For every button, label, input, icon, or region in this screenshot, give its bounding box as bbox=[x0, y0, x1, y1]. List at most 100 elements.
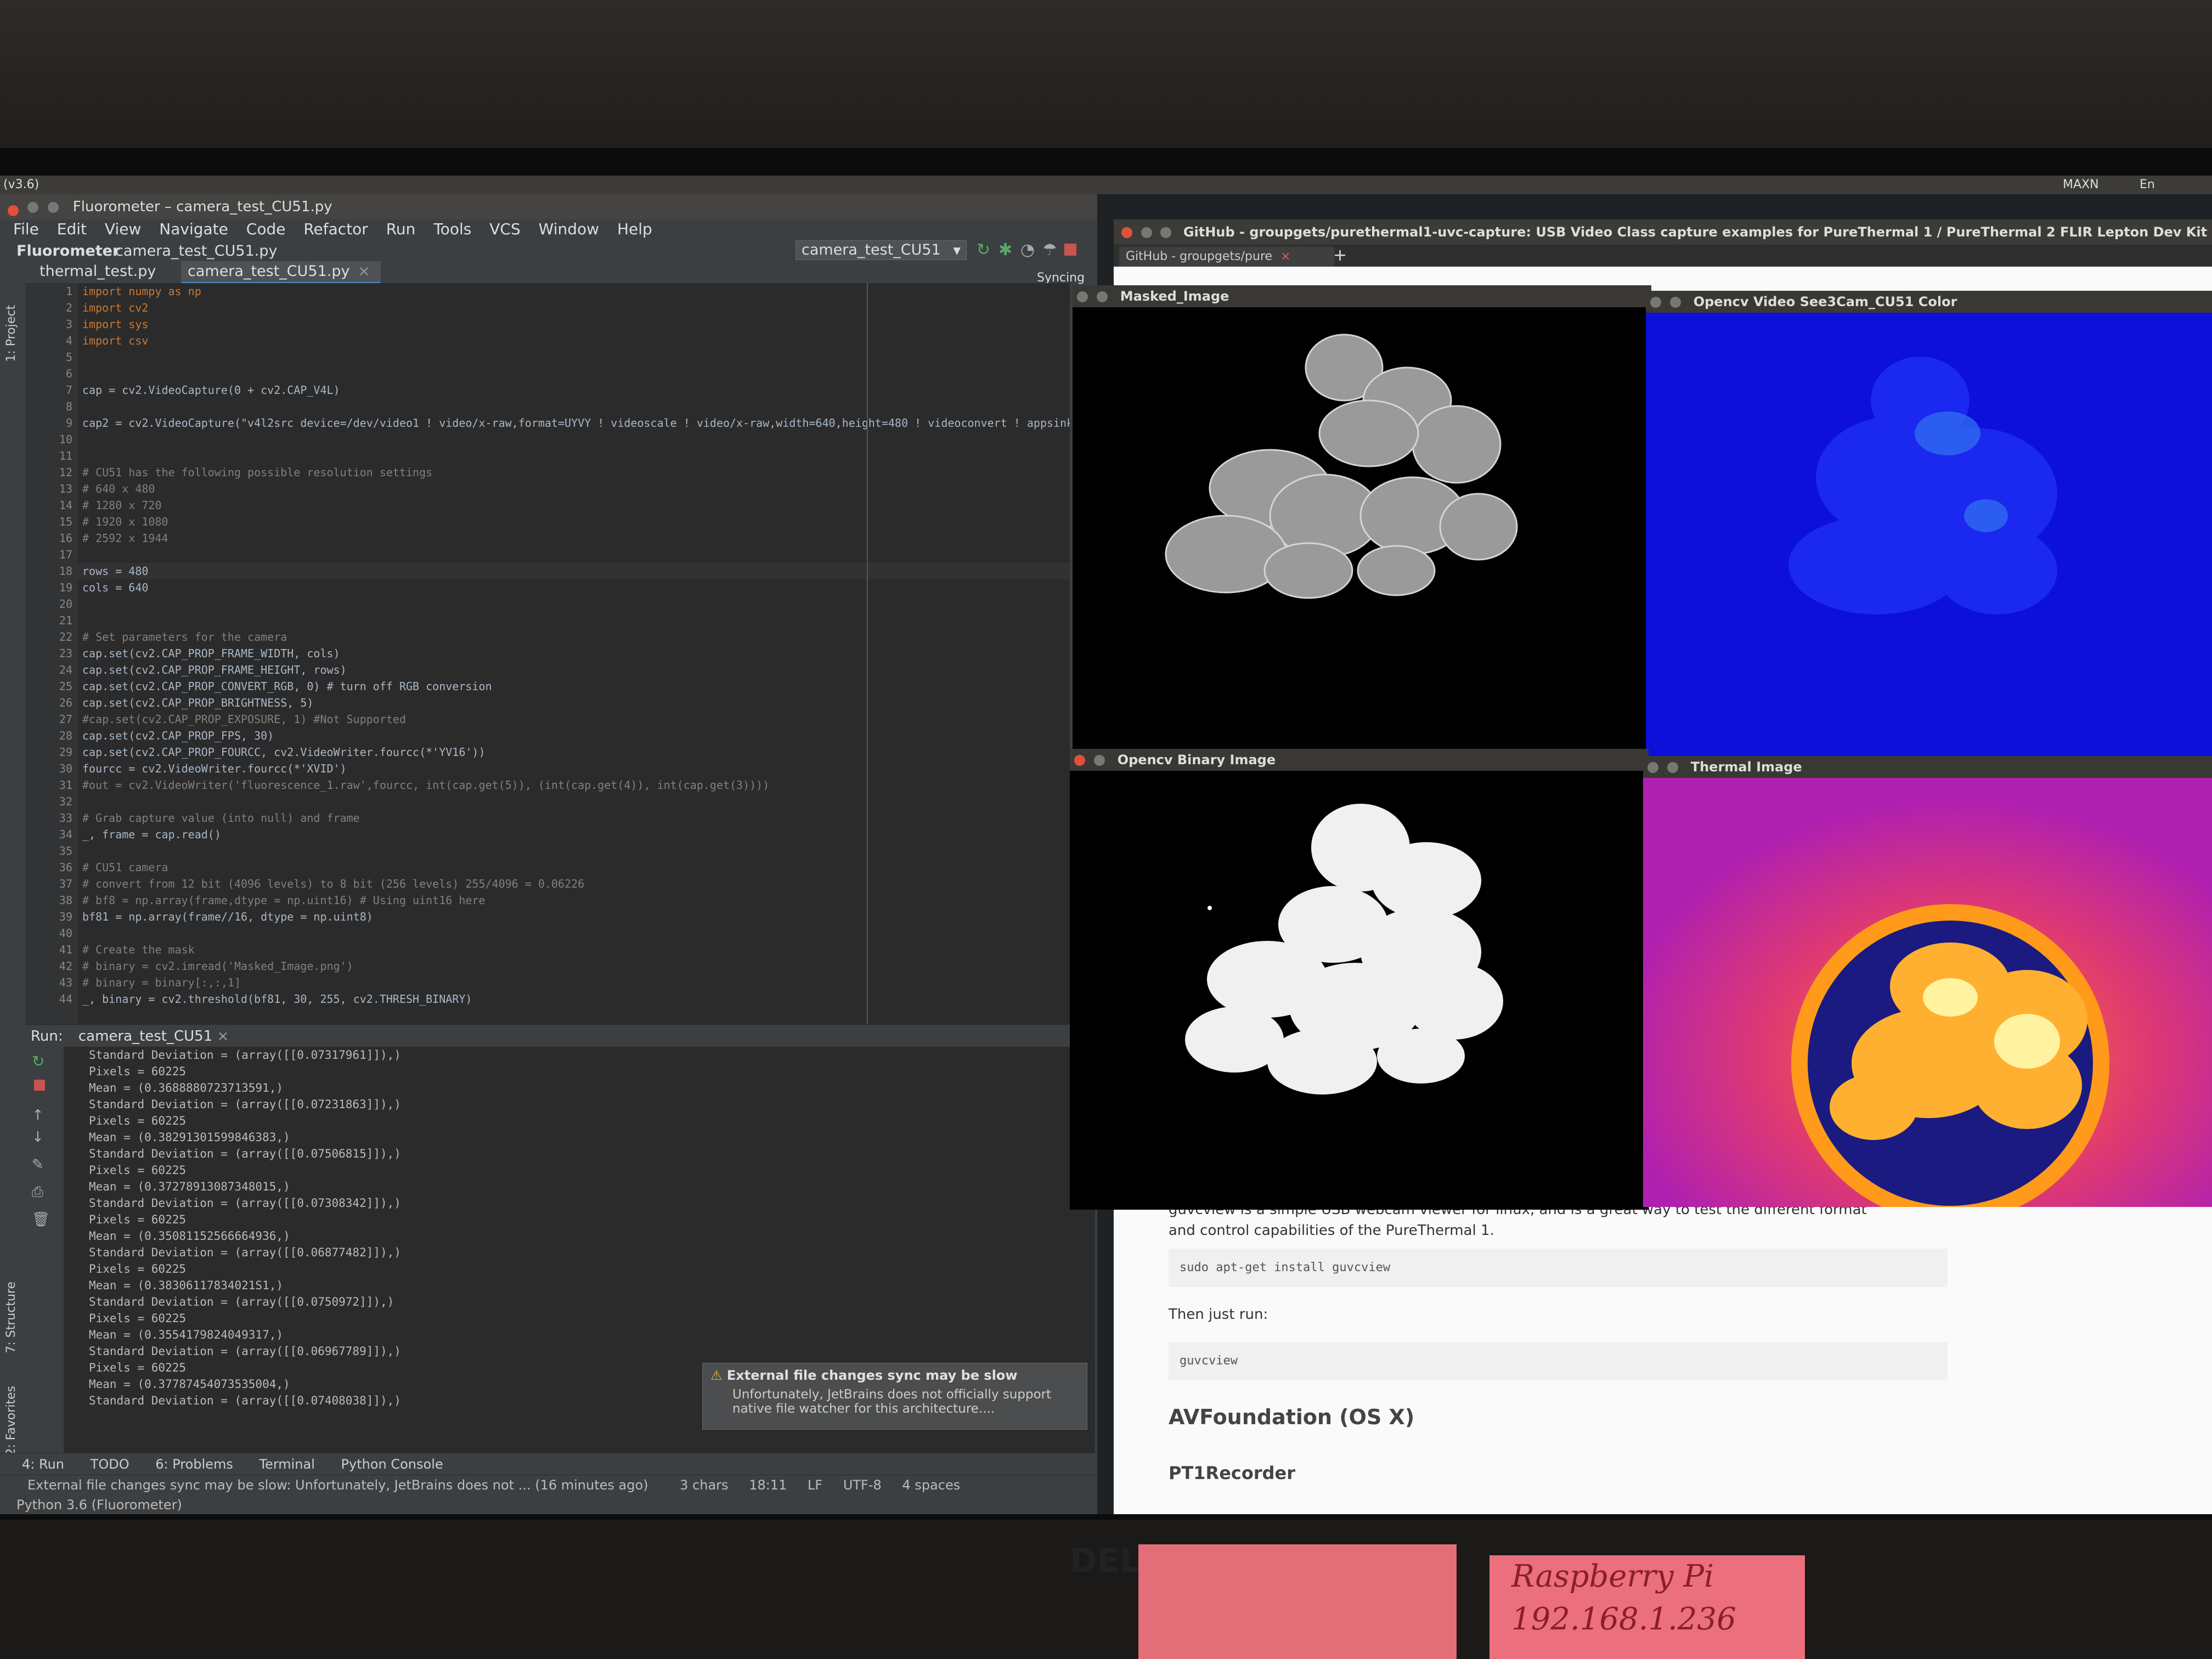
code-line[interactable] bbox=[78, 925, 1070, 941]
status-line-separator[interactable]: LF bbox=[808, 1475, 822, 1495]
minimize-window-icon[interactable] bbox=[1094, 755, 1105, 766]
close-icon[interactable]: × bbox=[1280, 250, 1290, 263]
code-line[interactable]: # convert from 12 bit (4096 levels) to 8… bbox=[78, 876, 1070, 892]
code-line[interactable]: # binary = binary[:,:,1] bbox=[78, 974, 1070, 991]
close-window-icon[interactable] bbox=[1121, 227, 1132, 238]
menu-tools[interactable]: Tools bbox=[433, 219, 471, 239]
minimize-window-icon[interactable] bbox=[1141, 227, 1152, 238]
code-line[interactable]: #cap.set(cv2.CAP_PROP_EXPOSURE, 1) #Not … bbox=[78, 711, 1070, 727]
code-line[interactable]: _, binary = cv2.threshold(bf81, 30, 255,… bbox=[78, 991, 1070, 1007]
breadcrumb-project[interactable]: Fluorometer bbox=[16, 242, 120, 259]
firefox-tab[interactable]: GitHub - groupgets/pure × bbox=[1119, 247, 1334, 267]
menu-help[interactable]: Help bbox=[617, 219, 652, 239]
pin-icon[interactable]: ✎ bbox=[32, 1156, 44, 1173]
close-window-icon[interactable] bbox=[1074, 755, 1085, 766]
close-window-icon[interactable] bbox=[1077, 291, 1088, 302]
close-window-icon[interactable] bbox=[1650, 297, 1661, 308]
project-tool-button[interactable]: 1: Project bbox=[4, 305, 18, 362]
stop-icon[interactable] bbox=[1064, 244, 1076, 256]
code-line[interactable] bbox=[78, 546, 1070, 563]
menu-refactor[interactable]: Refactor bbox=[303, 219, 368, 239]
menu-vcs[interactable]: VCS bbox=[489, 219, 520, 239]
debug-icon[interactable]: ✱ bbox=[998, 240, 1012, 259]
code-line[interactable] bbox=[78, 793, 1070, 810]
file-watcher-notification[interactable]: ⚠ External file changes sync may be slow… bbox=[702, 1363, 1087, 1430]
code-line[interactable]: cap.set(cv2.CAP_PROP_BRIGHTNESS, 5) bbox=[78, 695, 1070, 711]
code-line[interactable] bbox=[78, 843, 1070, 859]
code-line[interactable]: cols = 640 bbox=[78, 579, 1070, 596]
maximize-window-icon[interactable] bbox=[47, 201, 59, 213]
scroll-down-icon[interactable]: ↓ bbox=[32, 1129, 44, 1146]
code-line[interactable]: # CU51 has the following possible resolu… bbox=[78, 464, 1070, 481]
run-icon[interactable]: ↻ bbox=[977, 240, 990, 259]
code-line[interactable]: cap = cv2.VideoCapture(0 + cv2.CAP_V4L) bbox=[78, 382, 1070, 398]
code-line[interactable]: rows = 480 bbox=[78, 563, 1070, 579]
tab-camera-test[interactable]: camera_test_CU51.py × bbox=[181, 261, 381, 284]
menu-navigate[interactable]: Navigate bbox=[159, 219, 228, 239]
run-config-selector[interactable]: camera_test_CU51 ▾ bbox=[795, 240, 967, 260]
code-line[interactable]: # 2592 x 1944 bbox=[78, 530, 1070, 546]
code-line[interactable]: # 640 x 480 bbox=[78, 481, 1070, 497]
code-line[interactable]: import sys bbox=[78, 316, 1070, 332]
menu-view[interactable]: View bbox=[105, 219, 141, 239]
code-line[interactable]: import cv2 bbox=[78, 300, 1070, 316]
menu-file[interactable]: File bbox=[13, 219, 39, 239]
code-line[interactable] bbox=[78, 349, 1070, 365]
profile-icon[interactable]: ◔ bbox=[1020, 240, 1035, 259]
code-line[interactable]: # CU51 camera bbox=[78, 859, 1070, 876]
close-window-icon[interactable] bbox=[8, 205, 19, 216]
structure-tool-button[interactable]: 7: Structure bbox=[4, 1282, 18, 1353]
code-line[interactable]: #out = cv2.VideoWriter('fluorescence_1.r… bbox=[78, 777, 1070, 793]
run-tab[interactable]: camera_test_CU51 × bbox=[78, 1026, 229, 1049]
code-line[interactable]: cap.set(cv2.CAP_PROP_FRAME_WIDTH, cols) bbox=[78, 645, 1070, 662]
close-icon[interactable]: × bbox=[217, 1028, 229, 1045]
minimize-window-icon[interactable] bbox=[1097, 291, 1108, 302]
code-line[interactable]: cap.set(cv2.CAP_PROP_CONVERT_RGB, 0) # t… bbox=[78, 678, 1070, 695]
maximize-window-icon[interactable] bbox=[1160, 227, 1172, 238]
menu-edit[interactable]: Edit bbox=[57, 219, 87, 239]
print-icon[interactable]: ⎙ bbox=[32, 1184, 43, 1201]
python-console-tool-button[interactable]: Python Console bbox=[341, 1453, 443, 1475]
code-line[interactable] bbox=[78, 365, 1070, 382]
code-line[interactable]: bf81 = np.array(frame//16, dtype = np.ui… bbox=[78, 909, 1070, 925]
code-line[interactable]: # Create the mask bbox=[78, 941, 1070, 958]
status-caret-position[interactable]: 18:11 bbox=[749, 1475, 787, 1495]
code-line[interactable] bbox=[78, 448, 1070, 464]
status-indent[interactable]: 4 spaces bbox=[902, 1475, 960, 1495]
minimize-window-icon[interactable] bbox=[1670, 297, 1681, 308]
code-line[interactable]: cap.set(cv2.CAP_PROP_FOURCC, cv2.VideoWr… bbox=[78, 744, 1070, 760]
breadcrumb-file[interactable]: camera_test_CU51.py bbox=[115, 242, 277, 259]
code-line[interactable]: _, frame = cap.read() bbox=[78, 826, 1070, 843]
code-line[interactable]: import csv bbox=[78, 332, 1070, 349]
code-line[interactable]: # binary = cv2.imread('Masked_Image.png'… bbox=[78, 958, 1070, 974]
code-line[interactable]: # bf8 = np.array(frame,dtype = np.uint16… bbox=[78, 892, 1070, 909]
code-line[interactable]: # 1920 x 1080 bbox=[78, 514, 1070, 530]
code-line[interactable] bbox=[78, 612, 1070, 629]
menu-code[interactable]: Code bbox=[246, 219, 286, 239]
menu-window[interactable]: Window bbox=[539, 219, 599, 239]
status-message[interactable]: External file changes sync may be slow: … bbox=[27, 1475, 648, 1495]
status-interpreter[interactable]: Python 3.6 (Fluorometer) bbox=[16, 1495, 182, 1514]
scroll-up-icon[interactable]: ↑ bbox=[32, 1107, 44, 1124]
code-line[interactable]: # Grab capture value (into null) and fra… bbox=[78, 810, 1070, 826]
coverage-icon[interactable]: ☂ bbox=[1042, 240, 1057, 259]
terminal-tool-button[interactable]: Terminal bbox=[259, 1453, 314, 1475]
todo-tool-button[interactable]: TODO bbox=[91, 1453, 129, 1475]
new-tab-button[interactable]: + bbox=[1333, 246, 1347, 265]
code-line[interactable] bbox=[78, 431, 1070, 448]
rerun-icon[interactable]: ↻ bbox=[32, 1052, 44, 1070]
trash-icon[interactable]: 🗑 bbox=[32, 1211, 50, 1228]
code-line[interactable]: fourcc = cv2.VideoWriter.fourcc(*'XVID') bbox=[78, 760, 1070, 777]
code-line[interactable]: # Set parameters for the camera bbox=[78, 629, 1070, 645]
run-tool-button[interactable]: 4: Run bbox=[22, 1453, 64, 1475]
code-line[interactable]: import numpy as np bbox=[78, 283, 1070, 300]
code-line[interactable]: cap.set(cv2.CAP_PROP_FPS, 30) bbox=[78, 727, 1070, 744]
code-line[interactable] bbox=[78, 398, 1070, 415]
code-line[interactable]: # 1280 x 720 bbox=[78, 497, 1070, 514]
code-line[interactable] bbox=[78, 596, 1070, 612]
status-encoding[interactable]: UTF-8 bbox=[843, 1475, 882, 1495]
code-editor[interactable]: import numpy as np import cv2 import sys im… bbox=[78, 283, 1070, 1024]
problems-tool-button[interactable]: 6: Problems bbox=[155, 1453, 233, 1475]
power-mode-label[interactable]: MAXN bbox=[2063, 178, 2099, 191]
keyboard-layout-indicator[interactable]: En bbox=[2140, 178, 2155, 191]
